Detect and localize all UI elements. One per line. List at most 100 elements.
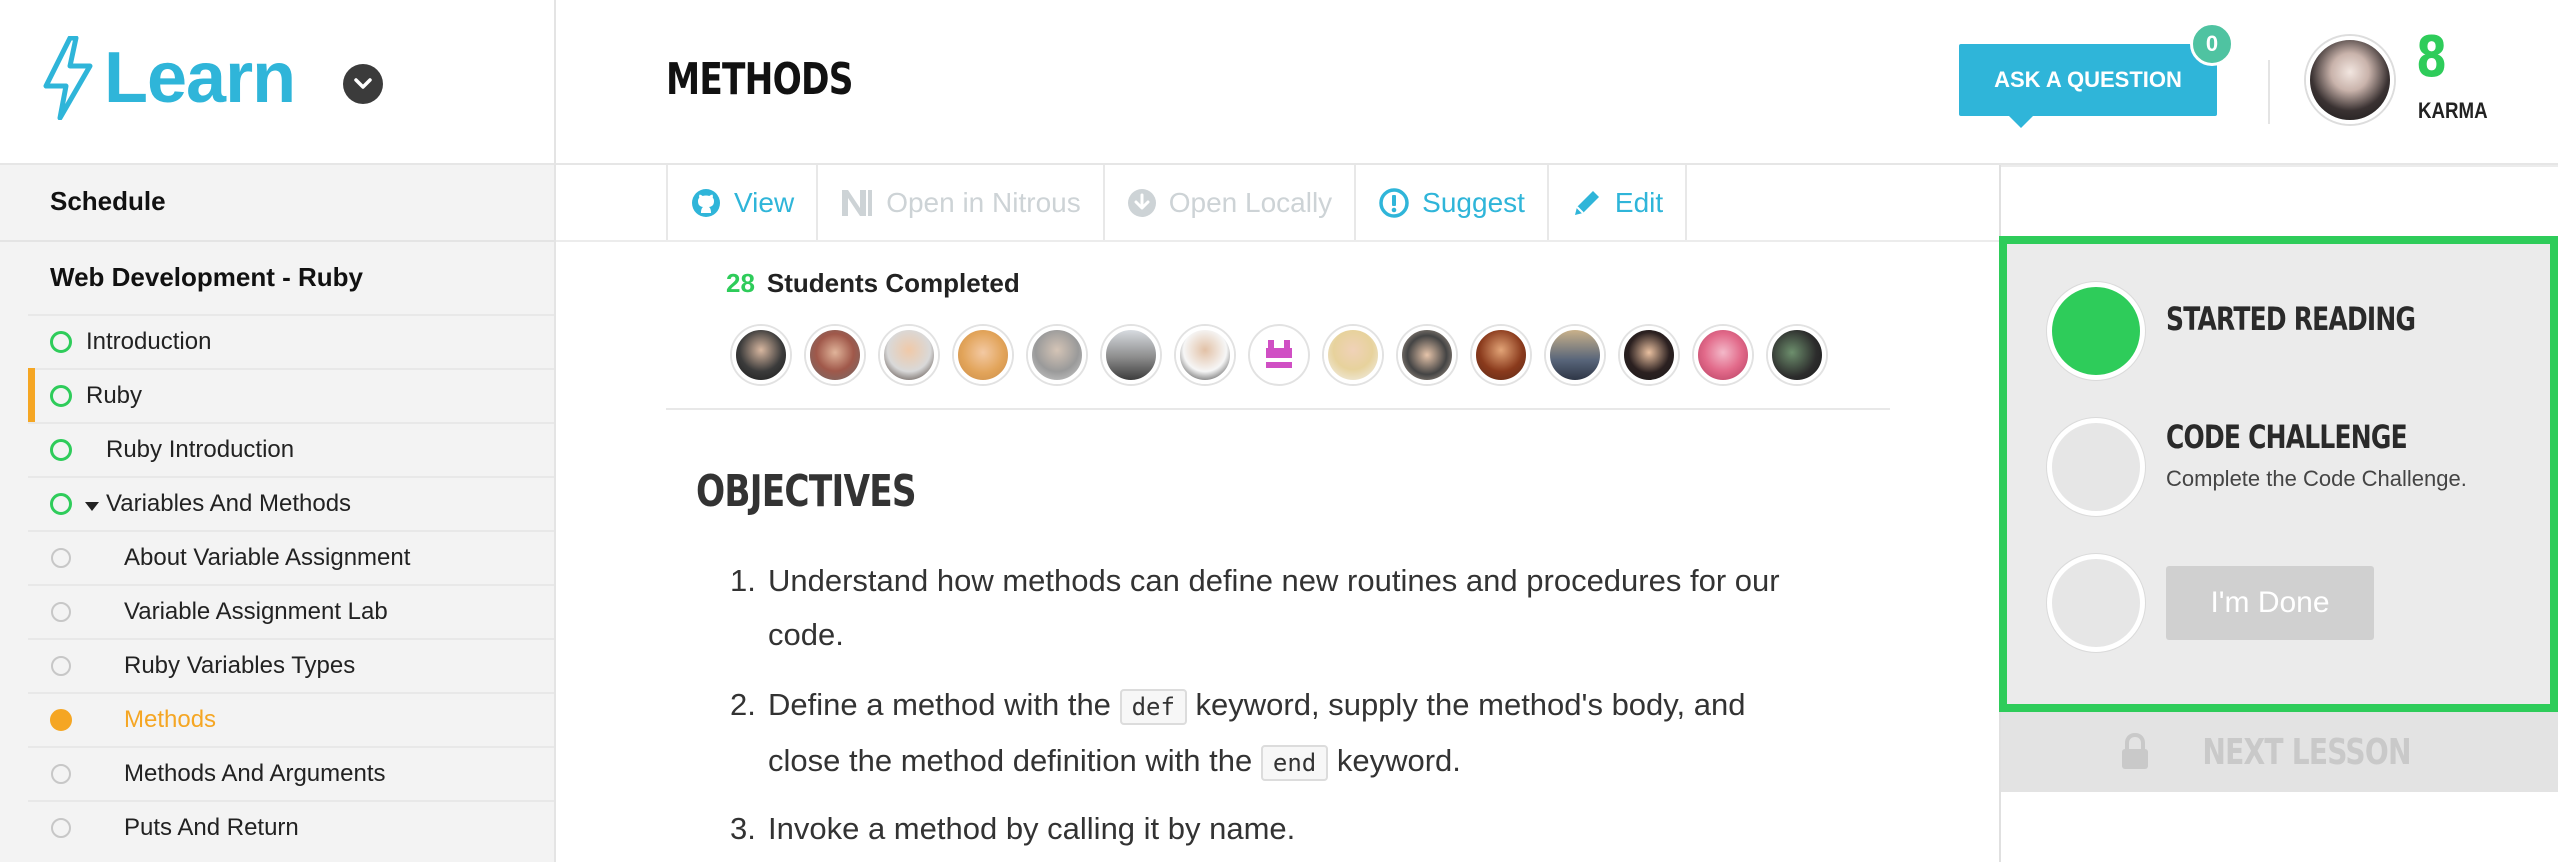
- step-code-challenge-subtitle: Complete the Code Challenge.: [2166, 466, 2467, 491]
- im-done-button[interactable]: I'm Done: [2166, 566, 2374, 640]
- divider: [556, 240, 1999, 242]
- sidebar-item-ruby-variables-types[interactable]: Ruby Variables Types: [28, 638, 554, 692]
- progress-panel-top: [2001, 167, 2558, 239]
- sidebar-item-variable-assignment-lab[interactable]: Variable Assignment Lab: [28, 584, 554, 638]
- objective-fragment: close the method definition with the: [768, 743, 1253, 778]
- sidebar-item-label: Ruby Variables Types: [124, 652, 356, 679]
- objective-number: 1.: [730, 563, 756, 598]
- edit-button[interactable]: Edit: [1549, 165, 1688, 241]
- objective-text: Invoke a method by calling it by name.: [768, 811, 1296, 846]
- lightning-bolt-icon: [43, 36, 93, 120]
- student-avatar[interactable]: [1176, 326, 1234, 384]
- lesson-toolbar: View Open in Nitrous Open Locally Sugges…: [666, 165, 1688, 241]
- objective-text: Understand how methods can define new ro…: [768, 554, 1888, 662]
- student-avatar[interactable]: [954, 326, 1012, 384]
- student-avatars: [732, 326, 1842, 384]
- status-incomplete-icon: [51, 818, 71, 838]
- objective-number: 3.: [730, 811, 756, 846]
- sidebar-item-about-variable-assignment[interactable]: About Variable Assignment: [28, 530, 554, 584]
- objective-item: 3. Invoke a method by calling it by name…: [696, 802, 1896, 856]
- objectives-heading: OBJECTIVES: [696, 466, 917, 517]
- sidebar: Learn Schedule Web Development - Ruby In…: [0, 0, 556, 862]
- sidebar-item-label: Variables And Methods: [106, 490, 352, 517]
- objective-item: 2. Define a method with the def keyword,…: [696, 678, 1896, 786]
- suggest-button[interactable]: Suggest: [1356, 165, 1549, 241]
- page-title: METHODS: [666, 54, 853, 105]
- view-label: View: [734, 187, 795, 218]
- status-complete-icon: [50, 493, 72, 515]
- student-avatar[interactable]: [732, 326, 790, 384]
- student-avatar[interactable]: [1768, 326, 1826, 384]
- objective-fragment: Define a method with the: [768, 687, 1111, 722]
- objective-number: 2.: [730, 687, 756, 722]
- user-avatar[interactable]: [2306, 36, 2394, 124]
- code-keyword: end: [1260, 745, 1329, 781]
- objective-line: code.: [768, 617, 844, 652]
- sidebar-item-ruby[interactable]: Ruby: [28, 368, 554, 422]
- student-avatar[interactable]: [1694, 326, 1752, 384]
- student-avatar[interactable]: [880, 326, 938, 384]
- status-complete-icon: [50, 439, 72, 461]
- sidebar-item-ruby-introduction[interactable]: Ruby Introduction: [28, 422, 554, 476]
- edit-label: Edit: [1614, 187, 1664, 218]
- divider: [666, 408, 1890, 410]
- open-in-nitrous-label: Open in Nitrous: [886, 187, 1081, 218]
- objective-item: 1. Understand how methods can define new…: [696, 554, 1896, 662]
- status-complete-icon: [50, 385, 72, 407]
- status-incomplete-icon: [51, 764, 71, 784]
- objective-fragment: keyword.: [1336, 743, 1461, 778]
- top-header: METHODS ASK A QUESTION 0 8 KARMA: [556, 0, 2558, 165]
- open-in-nitrous-button[interactable]: Open in Nitrous: [818, 165, 1105, 241]
- download-icon: [1127, 189, 1156, 217]
- student-avatar[interactable]: [1324, 326, 1382, 384]
- step-incomplete-indicator: [2047, 554, 2145, 652]
- sidebar-item-puts-and-return[interactable]: Puts And Return: [28, 800, 554, 854]
- objective-line: Understand how methods can define new ro…: [768, 563, 1780, 598]
- student-avatar[interactable]: [806, 326, 864, 384]
- student-avatar[interactable]: [1028, 326, 1086, 384]
- students-completed: 28 Students Completed: [726, 268, 1020, 299]
- sidebar-item-label: Methods And Arguments: [124, 760, 386, 787]
- lock-icon: [2121, 733, 2148, 769]
- status-incomplete-icon: [51, 602, 71, 622]
- sidebar-item-label: Ruby: [86, 382, 143, 409]
- student-avatar[interactable]: [1398, 326, 1456, 384]
- nav-schedule[interactable]: Schedule: [50, 186, 166, 217]
- logo-bar: Learn: [0, 0, 554, 165]
- view-on-github-button[interactable]: View: [668, 165, 819, 241]
- caret-down-icon[interactable]: [85, 502, 99, 511]
- sidebar-item-label: Ruby Introduction: [106, 436, 295, 463]
- next-lesson-button[interactable]: NEXT LESSON: [2001, 712, 2558, 792]
- open-locally-button[interactable]: Open Locally: [1105, 165, 1357, 241]
- student-avatar[interactable]: [1472, 326, 1530, 384]
- sidebar-item-label: About Variable Assignment: [124, 544, 411, 571]
- student-avatar[interactable]: [1546, 326, 1604, 384]
- student-avatar[interactable]: [1250, 326, 1308, 384]
- step-started-reading: STARTED READING: [2166, 300, 2416, 338]
- students-count: 28: [726, 268, 755, 298]
- chevron-down-icon[interactable]: [343, 64, 383, 104]
- sidebar-item-introduction[interactable]: Introduction: [28, 314, 554, 368]
- sidebar-item-methods-and-arguments[interactable]: Methods And Arguments: [28, 746, 554, 800]
- alert-icon: [1379, 188, 1409, 218]
- status-incomplete-icon: [51, 656, 71, 676]
- next-lesson-label: NEXT LESSON: [2202, 731, 2411, 773]
- sidebar-item-methods[interactable]: Methods: [28, 692, 554, 746]
- nav-track-title[interactable]: Web Development - Ruby: [50, 262, 363, 293]
- karma-count: 8: [2416, 25, 2448, 90]
- step-incomplete-indicator: [2047, 418, 2145, 516]
- ask-question-button[interactable]: ASK A QUESTION: [1959, 44, 2217, 128]
- student-avatar[interactable]: [1102, 326, 1160, 384]
- sidebar-item-label: Variable Assignment Lab: [124, 598, 388, 625]
- student-avatar[interactable]: [1620, 326, 1678, 384]
- logo[interactable]: Learn: [40, 36, 296, 120]
- open-locally-label: Open Locally: [1168, 187, 1333, 218]
- pencil-icon: [1574, 191, 1599, 215]
- progress-panel-bottom: [2001, 792, 2558, 862]
- code-keyword: def: [1119, 689, 1187, 725]
- divider: [2268, 60, 2270, 124]
- sidebar-item-variables-and-methods[interactable]: Variables And Methods: [28, 476, 554, 530]
- nitrous-icon: [842, 190, 873, 216]
- sidebar-item-label: Introduction: [86, 328, 212, 355]
- identicon-icon: [1266, 340, 1292, 368]
